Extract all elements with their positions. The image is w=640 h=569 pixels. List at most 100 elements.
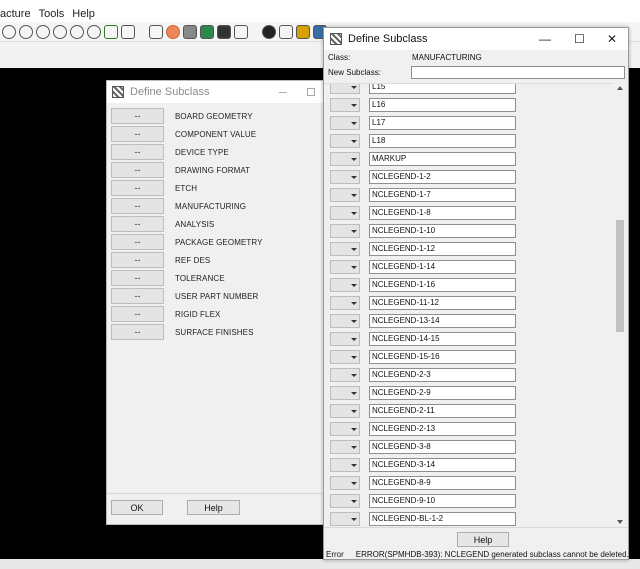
subclass-name-field[interactable]: NCLEGEND-2-3	[369, 368, 516, 382]
subclass-dropdown[interactable]	[330, 350, 360, 364]
dialog-titlebar[interactable]: Define Subclass — ☐ ✕	[324, 28, 628, 50]
settings-icon[interactable]	[296, 24, 310, 39]
class-row: -- SURFACE FINISHES	[111, 323, 263, 341]
subclass-dropdown[interactable]	[330, 368, 360, 382]
subclass-name-field[interactable]: NCLEGEND-13-14	[369, 314, 516, 328]
subclass-name-field[interactable]: NCLEGEND-2-9	[369, 386, 516, 400]
class-button[interactable]: --	[111, 180, 164, 196]
new-subclass-input[interactable]	[411, 66, 625, 79]
subclass-dropdown[interactable]	[330, 404, 360, 418]
doc-icon[interactable]	[279, 24, 293, 39]
subclass-dropdown[interactable]	[330, 188, 360, 202]
subclass-name-field[interactable]: NCLEGEND-1-2	[369, 170, 516, 184]
subclass-name-field[interactable]: L18	[369, 134, 516, 148]
subclass-dropdown[interactable]	[330, 206, 360, 220]
subclass-dropdown[interactable]	[330, 458, 360, 472]
subclass-dropdown[interactable]	[330, 314, 360, 328]
zoom-next-icon[interactable]	[87, 24, 101, 39]
class-button[interactable]: --	[111, 252, 164, 268]
class-button[interactable]: --	[111, 234, 164, 250]
subclass-dropdown[interactable]	[330, 422, 360, 436]
subclass-dropdown[interactable]	[330, 98, 360, 112]
grid-icon[interactable]	[149, 24, 163, 39]
zoom-world-icon[interactable]	[53, 24, 67, 39]
display-icon[interactable]	[217, 24, 231, 39]
subclass-dropdown[interactable]	[330, 440, 360, 454]
subclass-dropdown[interactable]	[330, 84, 360, 94]
layers-icon[interactable]	[200, 24, 214, 39]
subclass-name-field[interactable]: L16	[369, 98, 516, 112]
subclass-dropdown[interactable]	[330, 170, 360, 184]
more-icon[interactable]	[251, 25, 259, 39]
scroll-thumb[interactable]	[616, 220, 624, 332]
class-button[interactable]: --	[111, 324, 164, 340]
class-button[interactable]: --	[111, 126, 164, 142]
menu-item-help[interactable]: Help	[72, 8, 95, 22]
subclass-name-field[interactable]: NCLEGEND-2-13	[369, 422, 516, 436]
subclass-name-field[interactable]: L17	[369, 116, 516, 130]
zoom-fit-icon[interactable]	[2, 24, 16, 39]
minimize-icon[interactable]	[279, 92, 287, 93]
subclass-name-field[interactable]: NCLEGEND-BL-1-2	[369, 512, 516, 526]
subclass-name-field[interactable]: NCLEGEND-3-8	[369, 440, 516, 454]
redraw-icon[interactable]	[104, 24, 118, 39]
subclass-name-field[interactable]: NCLEGEND-2-11	[369, 404, 516, 418]
close-icon[interactable]: ✕	[607, 32, 617, 46]
class-button[interactable]: --	[111, 108, 164, 124]
subclass-dropdown[interactable]	[330, 296, 360, 310]
menu-item-manufacture[interactable]: acture	[0, 8, 31, 22]
zoom-out-icon[interactable]	[36, 24, 50, 39]
class-button[interactable]: --	[111, 306, 164, 322]
class-button[interactable]: --	[111, 270, 164, 286]
class-button[interactable]: --	[111, 288, 164, 304]
scroll-up-icon[interactable]	[617, 86, 623, 90]
subclass-dropdown[interactable]	[330, 278, 360, 292]
subclass-name-field[interactable]: NCLEGEND-15-16	[369, 350, 516, 364]
subclass-dropdown[interactable]	[330, 242, 360, 256]
subclass-dropdown[interactable]	[330, 260, 360, 274]
scrollbar[interactable]	[614, 83, 626, 527]
minimize-icon[interactable]: —	[539, 32, 551, 46]
subclass-name-field[interactable]: NCLEGEND-1-16	[369, 278, 516, 292]
scroll-down-icon[interactable]	[617, 520, 623, 524]
subclass-name-field[interactable]: NCLEGEND-1-12	[369, 242, 516, 256]
subclass-name-field[interactable]: MARKUP	[369, 152, 516, 166]
subclass-name-field[interactable]: NCLEGEND-11-12	[369, 296, 516, 310]
subclass-dropdown[interactable]	[330, 386, 360, 400]
subclass-dropdown[interactable]	[330, 332, 360, 346]
subclass-dropdown[interactable]	[330, 116, 360, 130]
color-icon[interactable]	[166, 24, 180, 39]
menu-item-tools[interactable]: Tools	[39, 8, 65, 22]
class-button[interactable]: --	[111, 144, 164, 160]
help-button[interactable]: Help	[187, 500, 240, 515]
dialog-titlebar[interactable]: Define Subclass	[107, 81, 325, 103]
help-button[interactable]: Help	[457, 532, 509, 547]
zoom-prev-icon[interactable]	[70, 24, 84, 39]
maximize-icon[interactable]: ☐	[574, 32, 585, 46]
subclass-dropdown[interactable]	[330, 494, 360, 508]
subclass-dropdown[interactable]	[330, 476, 360, 490]
subclass-name-field[interactable]: NCLEGEND-1-10	[369, 224, 516, 238]
flip-icon[interactable]	[121, 24, 135, 39]
subclass-name-field[interactable]: NCLEGEND-1-7	[369, 188, 516, 202]
subclass-name-field[interactable]: NCLEGEND-1-8	[369, 206, 516, 220]
subclass-name-field[interactable]: NCLEGEND-9-10	[369, 494, 516, 508]
class-button[interactable]: --	[111, 216, 164, 232]
subclass-name-field[interactable]: L15	[369, 84, 516, 94]
subclass-dropdown[interactable]	[330, 224, 360, 238]
subclass-dropdown[interactable]	[330, 152, 360, 166]
subclass-name-field[interactable]: NCLEGEND-14-15	[369, 332, 516, 346]
shadow-icon[interactable]	[183, 24, 197, 39]
subclass-dropdown[interactable]	[330, 134, 360, 148]
visibility-icon[interactable]	[262, 24, 276, 39]
zoom-in-icon[interactable]	[19, 24, 33, 39]
subclass-name-field[interactable]: NCLEGEND-3-14	[369, 458, 516, 472]
maximize-icon[interactable]	[307, 88, 315, 96]
class-button[interactable]: --	[111, 198, 164, 214]
subclass-name-field[interactable]: NCLEGEND-1-14	[369, 260, 516, 274]
subclass-name-field[interactable]: NCLEGEND-8-9	[369, 476, 516, 490]
class-button[interactable]: --	[111, 162, 164, 178]
report-icon[interactable]	[234, 24, 248, 39]
ok-button[interactable]: OK	[111, 500, 163, 515]
subclass-dropdown[interactable]	[330, 512, 360, 526]
